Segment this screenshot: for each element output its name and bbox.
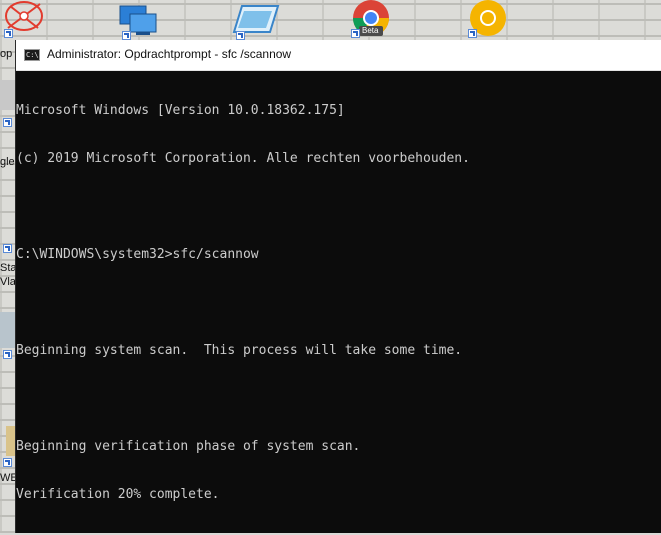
window-app-icon[interactable] [232,2,280,42]
shortcut-arrow-icon [3,118,12,127]
shortcut-arrow-icon [3,350,12,359]
partial-desktop-icon[interactable] [0,80,15,110]
command-prompt-icon[interactable]: C:\ [24,49,40,61]
partial-desktop-icon[interactable] [6,426,15,456]
network-icon[interactable] [2,0,46,40]
console-line: Microsoft Windows [Version 10.0.18362.17… [16,103,345,118]
partial-desktop-icon[interactable] [0,312,15,348]
console-output[interactable]: Microsoft Windows [Version 10.0.18362.17… [16,70,661,533]
shortcut-arrow-icon [3,458,12,467]
remote-desktop-icon[interactable] [116,2,160,42]
beta-badge: Beta [362,26,379,35]
console-line: (c) 2019 Microsoft Corporation. Alle rec… [16,151,470,166]
shortcut-arrow-icon [3,244,12,253]
desktop-icon-label: gle [0,156,15,168]
console-line: C:\WINDOWS\system32>sfc/scannow [16,247,259,262]
chrome-canary-icon[interactable] [466,0,510,40]
desktop-icon-label: op [0,48,13,60]
window-title: Administrator: Opdrachtprompt - sfc /sca… [47,47,292,61]
console-line: Verification 20% complete. [16,487,220,502]
console-line: Beginning system scan. This process will… [16,343,463,358]
console-line: Beginning verification phase of system s… [16,439,361,454]
window-titlebar[interactable]: C:\ Administrator: Opdrachtprompt - sfc … [16,40,661,71]
console-window[interactable]: C:\ Administrator: Opdrachtprompt - sfc … [15,40,661,533]
chrome-beta-icon[interactable]: Beta [349,0,393,40]
